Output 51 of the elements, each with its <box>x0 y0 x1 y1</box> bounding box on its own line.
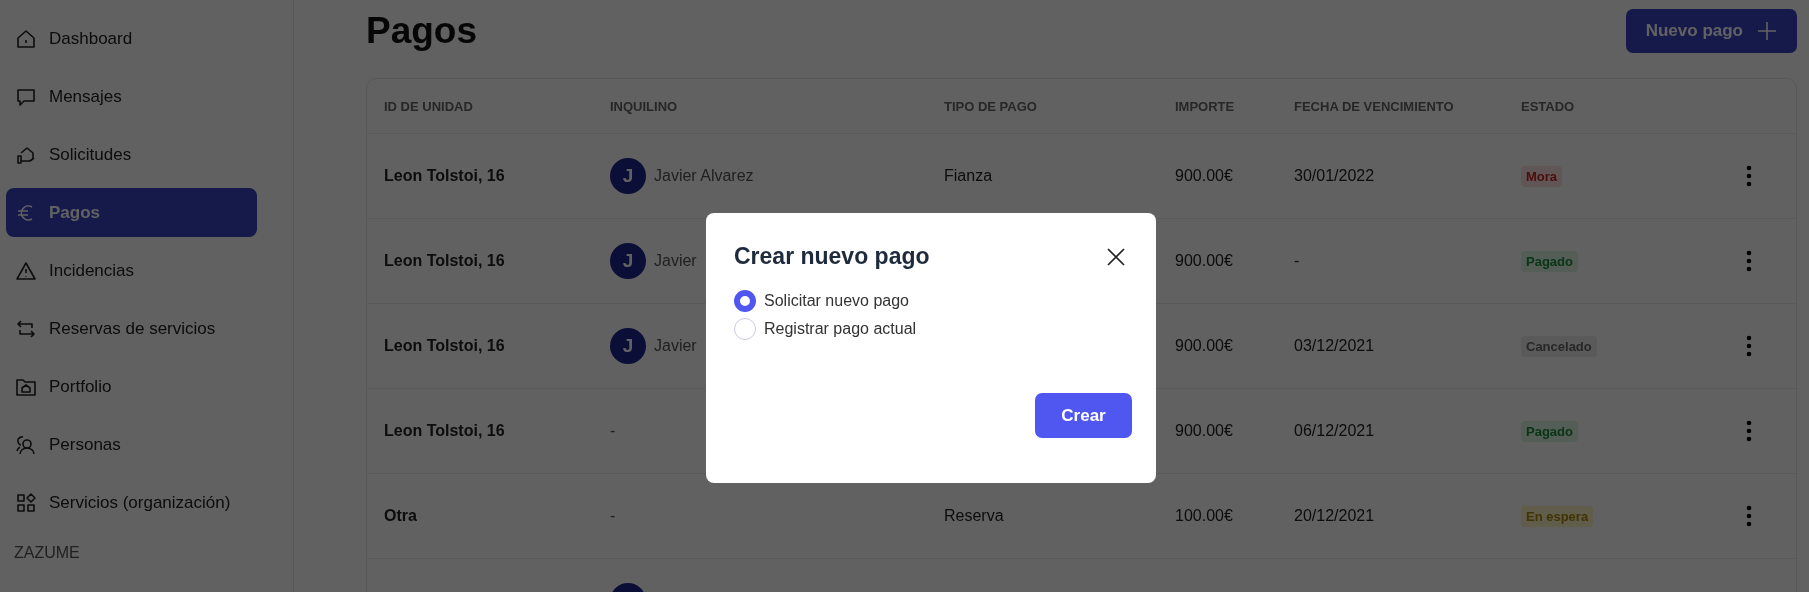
status-badge: Mora <box>1521 165 1563 187</box>
dialog-title: Crear nuevo pago <box>734 243 930 270</box>
table-cell: 900.00€ <box>1175 167 1233 184</box>
table-cell: 900.00€ <box>1175 422 1233 439</box>
tenant-name: Javier Alvarez <box>654 167 754 185</box>
avatar: J <box>610 158 646 194</box>
table-cell: Leon Tolstoi, 16 <box>384 252 505 269</box>
column-header: IMPORTE <box>1175 98 1236 114</box>
column-header: INQUILINO <box>610 98 679 114</box>
tenant-name: Javier <box>654 252 697 270</box>
table-cell: Leon Tolstoi, 16 <box>384 337 505 354</box>
sidebar-item[interactable]: Servicios (organización) <box>6 478 257 527</box>
column-header: FECHA DE VENCIMIENTO <box>1294 98 1455 114</box>
table-cell: Fianza <box>944 167 993 184</box>
table-cell: 900.00€ <box>1175 252 1233 269</box>
sidebar-item[interactable]: Dashboard <box>6 14 257 63</box>
new-payment-button[interactable]: Nuevo pago <box>1625 9 1797 53</box>
table-cell: 20/12/2021 <box>1294 507 1375 524</box>
sidebar-item[interactable]: Portfolio <box>6 362 257 411</box>
status-badge: Pagado <box>1521 420 1578 442</box>
column-header: TIPO DE PAGO <box>944 98 1038 114</box>
avatar: J <box>610 243 646 279</box>
table-cell: 06/12/2021 <box>1294 422 1375 439</box>
table-cell: - <box>610 422 616 440</box>
radio-option[interactable]: Solicitar nuevo pago <box>734 290 1130 312</box>
table-cell: 03/12/2021 <box>1294 337 1375 354</box>
table-cell: Reserva <box>944 507 1004 524</box>
sidebar-item[interactable]: Incidencias <box>6 246 257 295</box>
table-cell: - <box>1294 252 1300 269</box>
column-header: ESTADO <box>1521 98 1576 114</box>
table-cell: - <box>610 507 616 525</box>
table-cell: Leon Tolstoi, 16 <box>384 167 505 184</box>
table-cell: Otra <box>384 507 417 524</box>
page-title: Pagos <box>366 10 478 52</box>
column-header: ID DE UNIDAD <box>384 98 474 114</box>
sidebar-item[interactable]: Mensajes <box>6 72 257 121</box>
status-badge: En espera <box>1521 505 1594 527</box>
sidebar-item[interactable]: Reservas de servicios <box>6 304 257 353</box>
create-button[interactable]: Crear <box>1035 393 1132 438</box>
radio-option[interactable]: Registrar pago actual <box>734 318 1130 340</box>
tenant-name: Javier <box>654 337 697 355</box>
table-cell: 30/01/2022 <box>1294 167 1375 184</box>
table-cell: 100.00€ <box>1175 507 1233 524</box>
sidebar-item[interactable]: Solicitudes <box>6 130 257 179</box>
status-badge: Pagado <box>1521 250 1578 272</box>
sidebar-item[interactable]: Personas <box>6 420 257 469</box>
avatar: J <box>610 328 646 364</box>
table-cell: 900.00€ <box>1175 337 1233 354</box>
table-cell: Leon Tolstoi, 16 <box>384 422 505 439</box>
sidebar-item[interactable]: Pagos <box>6 188 257 237</box>
section-label: ZAZUME <box>14 544 81 562</box>
